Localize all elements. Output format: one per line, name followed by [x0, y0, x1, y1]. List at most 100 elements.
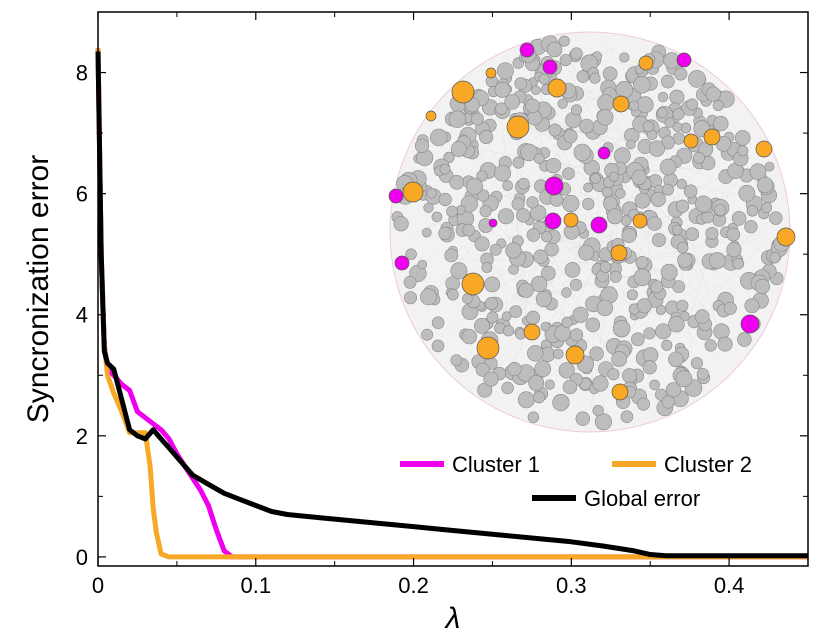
network-node-cluster-2 [776, 227, 796, 247]
network-node [633, 76, 651, 94]
network-node [526, 196, 539, 209]
network-node [647, 216, 662, 231]
network-node [533, 249, 548, 264]
x-tick-label: 0.4 [714, 573, 745, 598]
network-node [546, 41, 563, 58]
y-tick-label: 8 [76, 61, 88, 86]
network-node [570, 104, 582, 116]
network-node [502, 325, 515, 337]
network-node [545, 158, 562, 174]
network-node [465, 177, 483, 195]
network-node [705, 86, 721, 102]
network-node [660, 74, 675, 89]
network-node [643, 327, 656, 340]
network-node [754, 278, 771, 295]
x-tick-label: 0 [92, 573, 104, 598]
network-node [726, 227, 741, 242]
network-node [558, 35, 570, 47]
network-node [403, 291, 417, 305]
network-node [636, 397, 650, 411]
network-node [737, 145, 749, 157]
network-node [589, 72, 601, 84]
network-node-cluster-2 [485, 67, 497, 79]
network-node [630, 332, 645, 347]
network-node [561, 316, 573, 328]
network-node [615, 188, 626, 199]
x-tick-label: 0.3 [556, 573, 587, 598]
network-node [544, 379, 555, 390]
network-node [612, 320, 631, 338]
network-node [431, 211, 443, 223]
network-node [504, 94, 521, 110]
network-node [671, 224, 683, 236]
network-node [421, 227, 432, 238]
network-node [417, 259, 428, 270]
network-node [625, 139, 636, 150]
network-node [548, 123, 562, 137]
network-node [705, 227, 719, 241]
network-node-cluster-1 [544, 176, 564, 196]
network-node [579, 118, 594, 134]
network-node [481, 262, 493, 273]
network-node [599, 261, 612, 274]
network-node-cluster-2 [612, 95, 630, 113]
network-node [570, 47, 583, 60]
network-node-cluster-2 [451, 80, 475, 104]
network-node [675, 199, 690, 213]
network-node [607, 368, 620, 381]
y-tick-label: 0 [76, 545, 88, 570]
network-node [447, 288, 459, 301]
legend-label-cluster-1: Cluster 1 [452, 452, 540, 477]
network-node [450, 354, 463, 367]
network-node [439, 163, 451, 175]
network-node [675, 370, 693, 388]
network-node [635, 255, 649, 269]
network-node [688, 70, 706, 88]
network-node [496, 62, 514, 80]
network-node [486, 311, 499, 324]
network-node [444, 248, 459, 263]
network-node [661, 395, 675, 409]
network-node [578, 244, 595, 261]
network-node [657, 91, 669, 103]
network-node [628, 100, 640, 111]
network-node [590, 173, 601, 184]
x-tick-label: 0.2 [398, 573, 429, 598]
network-node [690, 357, 703, 370]
network-node-cluster-1 [740, 314, 760, 334]
network-node [677, 252, 693, 268]
y-tick-label: 6 [76, 182, 88, 207]
network-node [737, 332, 752, 347]
network-node-cluster-2 [611, 383, 629, 401]
network-node [592, 375, 609, 392]
network-node [431, 316, 445, 330]
x-axis-label: λ [444, 602, 461, 633]
network-node [592, 405, 604, 417]
network-node [505, 242, 522, 259]
y-axis-label: Syncronization error [22, 155, 55, 423]
network-node [517, 177, 530, 190]
network-node-cluster-2 [425, 110, 437, 122]
network-node [662, 183, 674, 196]
network-node [462, 223, 475, 237]
network-node [501, 311, 512, 322]
network-node [664, 117, 675, 128]
network-node [511, 197, 525, 211]
network-node [668, 316, 685, 333]
network-node [533, 391, 546, 404]
network-node [631, 169, 647, 186]
network-node [512, 156, 525, 169]
network-node [420, 288, 437, 306]
network-node [694, 309, 710, 324]
network-node [430, 128, 448, 147]
network-node [620, 215, 632, 226]
network-node-cluster-2 [523, 323, 541, 341]
network-node [559, 54, 572, 67]
network-node [607, 208, 623, 225]
network-node [620, 410, 634, 424]
network-node-cluster-1 [597, 146, 611, 160]
network-node-cluster-1 [394, 255, 410, 271]
network-node [446, 205, 458, 218]
network-node [723, 301, 737, 315]
network-node [431, 339, 445, 353]
